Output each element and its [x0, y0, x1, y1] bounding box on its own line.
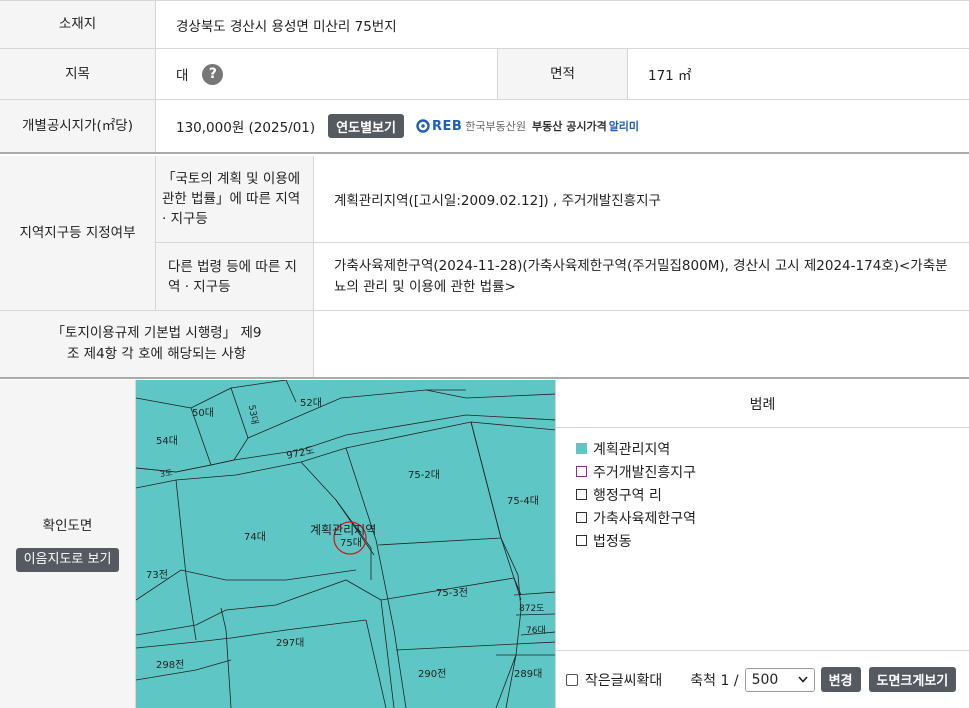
parcel-label: 73전 — [146, 570, 168, 581]
reb-service-highlight: 알리미 — [608, 120, 640, 133]
row-enforcement: 「토지이용규제 기본법 시행령」 제9조 제4항 각 호에 해당되는 사항 — [0, 311, 969, 379]
enforcement-label: 「토지이용규제 기본법 시행령」 제9조 제4항 각 호에 해당되는 사항 — [0, 311, 314, 377]
view-in-map-button[interactable]: 이음지도로 보기 — [15, 548, 120, 573]
legend-label: 주거개발진흥지구 — [593, 464, 697, 481]
area-label: 면적 — [498, 49, 628, 99]
legend-list: 계획관리지역 주거개발진흥지구 행정구역 리 가축사육제한구역 법정동 — [556, 428, 969, 552]
parcel-label: 3도 — [159, 468, 174, 479]
scale-label: 축척 1 / — [690, 672, 739, 689]
parcel-label: 75-3전 — [436, 588, 468, 599]
scale-change-button[interactable]: 변경 — [820, 667, 861, 692]
reb-logo-text: REB — [431, 118, 463, 134]
price-value: 130,000원 (2025/01) — [176, 120, 316, 136]
zoning-sub2: 다른 법령 등에 따른 지역 · 지구등 가축사육제한구역(2024-11-28… — [156, 243, 969, 310]
location-label: 소재지 — [0, 1, 156, 48]
confirmation-map[interactable]: 50대 52대 53대 54대 972도 75-2대 75-4대 74대 계획관… — [136, 380, 556, 708]
area-value: 171 ㎡ — [648, 68, 692, 84]
parcel-label: 74대 — [244, 532, 266, 543]
parcel-label: 54대 — [156, 436, 178, 447]
price-label: 개별공시지가(㎡당) — [0, 100, 156, 152]
legend-item-legal-dong: 법정동 — [576, 529, 969, 552]
parcel-label: 76대 — [526, 626, 546, 636]
legend-item-residential-dev: 주거개발진흥지구 — [576, 460, 969, 483]
legend-title: 범례 — [556, 380, 969, 428]
land-category-cell: 대 ? — [156, 49, 498, 99]
legend-swatch-icon — [576, 512, 587, 523]
parcel-label: 75-4대 — [507, 496, 539, 507]
help-icon[interactable]: ? — [202, 63, 224, 85]
legend-swatch-icon — [576, 535, 587, 546]
small-text-label: 작은글씨확대 — [585, 672, 663, 689]
parcel-label: 50대 — [192, 408, 214, 419]
parcel-label: 75-2대 — [408, 470, 440, 481]
row-map: 확인도면 이음지도로 보기 50대 52대 53대 54대 972도 75-2대… — [0, 380, 969, 708]
legend-item-livestock: 가축사육제한구역 — [576, 506, 969, 529]
scale-select[interactable]: 500 — [744, 667, 815, 692]
small-text-checkbox[interactable] — [566, 673, 578, 686]
land-category-label: 지목 — [0, 49, 156, 99]
parcel-label: 298전 — [156, 660, 185, 671]
zoning-sub2-value: 가축사육제한구역(2024-11-28)(가축사육제한구역(주거밀집800M),… — [334, 257, 948, 295]
legend-swatch-icon — [576, 443, 587, 454]
legend-label: 행정구역 리 — [593, 487, 662, 504]
row-zoning: 지역지구등 지정여부 「국토의 계획 및 이용에 관한 법률」에 따른 지역 ·… — [0, 156, 969, 311]
row-price: 개별공시지가(㎡당) 130,000원 (2025/01) 연도별보기 REB … — [0, 100, 969, 154]
legend-swatch-icon — [576, 489, 587, 500]
yearly-view-button[interactable]: 연도별보기 — [328, 114, 404, 138]
row-location: 소재지 경상북도 경산시 용성면 미산리 75번지 — [0, 0, 969, 49]
legend-label: 계획관리지역 — [593, 441, 671, 458]
reb-service: 부동산 공시가격 — [532, 120, 607, 133]
zoning-sub1-label: 「국토의 계획 및 이용에 관한 법률」에 따른 지역 · 지구등 — [156, 156, 314, 242]
legend-swatch-icon — [576, 466, 587, 477]
zoning-sub2-label: 다른 법령 등에 따른 지역 · 지구등 — [156, 243, 314, 310]
map-label-cell: 확인도면 이음지도로 보기 — [0, 380, 136, 708]
parcel-label: 289대 — [514, 669, 543, 680]
zoning-sub1-value: 계획관리지역([고시일:2009.02.12]) , 주거개발진흥지구 — [334, 193, 661, 209]
reb-name: 한국부동산원 — [465, 120, 527, 133]
row-land-category: 지목 대 ? 면적 171 ㎡ — [0, 49, 969, 100]
parcel-label: 872도 — [519, 604, 545, 614]
enlarge-map-button[interactable]: 도면크게보기 — [868, 667, 957, 692]
map-section-label: 확인도면 — [42, 517, 93, 534]
parcel-label: 297대 — [276, 638, 305, 649]
parcel-label: 52대 — [300, 398, 322, 409]
map-controls: 작은글씨확대 축척 1 / 500 변경 도면크게보기 — [556, 650, 969, 708]
zoning-sub1: 「국토의 계획 및 이용에 관한 법률」에 따른 지역 · 지구등 계획관리지역… — [156, 156, 969, 243]
reb-link[interactable]: REB 한국부동산원 부동산 공시가격 알리미 — [416, 118, 639, 134]
legend-panel: 범례 계획관리지역 주거개발진흥지구 행정구역 리 가축사육제한구역 법정동 — [556, 380, 969, 650]
legend-item-admin-ri: 행정구역 리 — [576, 483, 969, 506]
chevron-down-icon — [797, 676, 808, 683]
parcel-label: 75대 — [340, 538, 362, 549]
land-category-value: 대 — [176, 68, 189, 84]
parcel-label: 290전 — [418, 669, 447, 680]
reb-logo-icon — [416, 119, 430, 133]
legend-label: 가축사육제한구역 — [593, 510, 697, 527]
scale-select-value: 500 — [751, 671, 779, 688]
legend-item-planned-management: 계획관리지역 — [576, 437, 969, 460]
zoning-label: 지역지구등 지정여부 — [0, 156, 156, 310]
legend-label: 법정동 — [593, 533, 632, 550]
price-cell: 130,000원 (2025/01) 연도별보기 REB 한국부동산원 부동산 … — [156, 100, 969, 152]
enforcement-value — [314, 311, 969, 377]
location-value: 경상북도 경산시 용성면 미산리 75번지 — [176, 18, 397, 35]
